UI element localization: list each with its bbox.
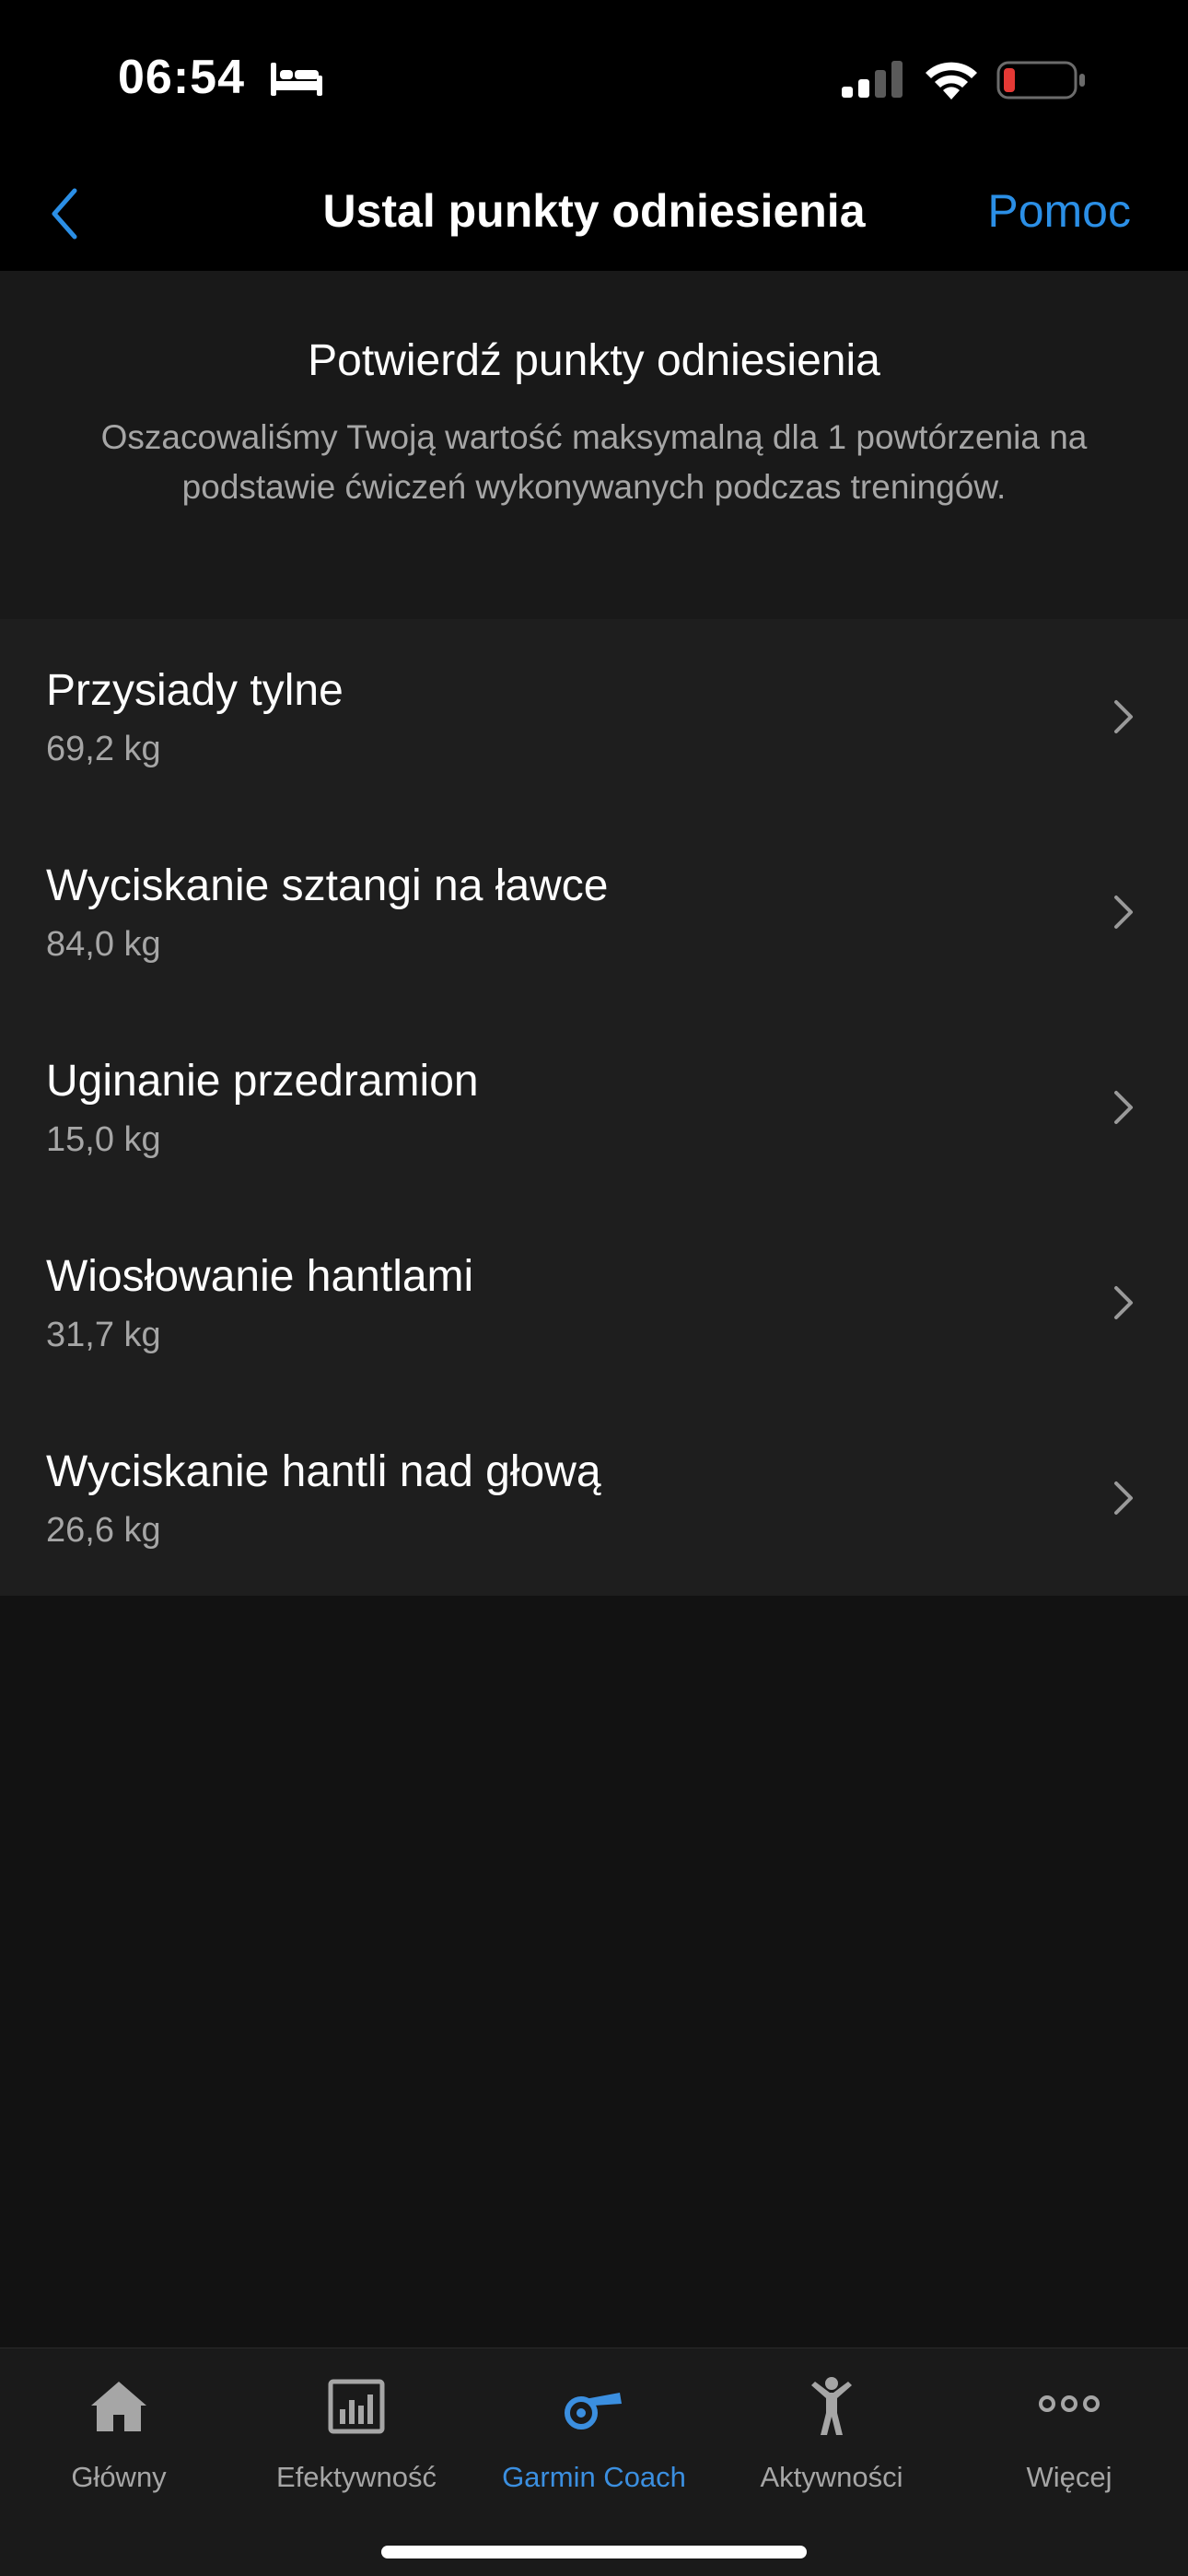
status-time: 06:54 xyxy=(118,51,245,104)
exercise-name: Wiosłowanie hantlami xyxy=(46,1252,474,1301)
home-icon xyxy=(91,2382,146,2431)
screen: 06:54 Ustal punkty odniesienia Pomoc Pot… xyxy=(0,0,1188,2576)
exercise-name: Przysiady tylne xyxy=(46,666,344,715)
list-item-biceps-curl[interactable]: Uginanie przedramion 15,0 kg xyxy=(0,1010,1188,1205)
tab-bar: Główny Efektywność Garmin Coach Aktywnoś… xyxy=(0,2348,1188,2576)
person-icon xyxy=(811,2377,852,2435)
battery-low-icon xyxy=(996,61,1085,100)
tab-label: Garmin Coach xyxy=(502,2461,686,2493)
tab-label: Więcej xyxy=(1026,2461,1112,2493)
chevron-right-icon xyxy=(1114,1286,1133,1319)
list-item-back-squat[interactable]: Przysiady tylne 69,2 kg xyxy=(0,619,1188,814)
tab-label: Główny xyxy=(71,2461,167,2493)
tab-garmin-coach[interactable]: Garmin Coach xyxy=(475,2348,713,2514)
tab-more[interactable]: Więcej xyxy=(950,2348,1188,2514)
exercise-value: 31,7 kg xyxy=(46,1316,161,1354)
chevron-left-icon xyxy=(52,188,77,240)
exercise-value: 15,0 kg xyxy=(46,1120,161,1159)
chevron-right-icon xyxy=(1114,896,1133,929)
tab-home[interactable]: Główny xyxy=(0,2348,238,2514)
chevron-right-icon xyxy=(1114,700,1133,733)
chevron-right-icon xyxy=(1114,1091,1133,1124)
back-button[interactable] xyxy=(37,175,92,252)
exercise-value: 26,6 kg xyxy=(46,1511,161,1550)
tab-performance[interactable]: Efektywność xyxy=(238,2348,475,2514)
chart-icon xyxy=(328,2379,385,2434)
exercise-value: 84,0 kg xyxy=(46,925,161,964)
exercise-value: 69,2 kg xyxy=(46,730,161,768)
intro-section: Potwierdź punkty odniesienia Oszacowaliś… xyxy=(0,271,1188,619)
tab-activities[interactable]: Aktywności xyxy=(713,2348,950,2514)
home-indicator[interactable] xyxy=(381,2546,807,2558)
cellular-signal-icon xyxy=(842,61,903,98)
tab-label: Efektywność xyxy=(275,2461,437,2493)
sleep-mode-icon xyxy=(271,63,322,96)
benchmark-list: Przysiady tylne 69,2 kg Wyciskanie sztan… xyxy=(0,619,1188,1596)
exercise-name: Wyciskanie hantli nad głową xyxy=(46,1447,601,1496)
help-button[interactable]: Pomoc xyxy=(987,184,1131,238)
status-bar: 06:54 xyxy=(0,0,1188,157)
exercise-name: Uginanie przedramion xyxy=(46,1057,479,1106)
list-item-dumbbell-row[interactable]: Wiosłowanie hantlami 31,7 kg xyxy=(0,1205,1188,1400)
navigation-bar: Ustal punkty odniesienia Pomoc xyxy=(0,157,1188,271)
more-icon xyxy=(1039,2395,1100,2412)
chevron-right-icon xyxy=(1114,1481,1133,1515)
list-item-bench-press[interactable]: Wyciskanie sztangi na ławce 84,0 kg xyxy=(0,814,1188,1010)
list-item-overhead-press[interactable]: Wyciskanie hantli nad głową 26,6 kg xyxy=(0,1400,1188,1596)
whistle-icon xyxy=(565,2393,622,2430)
tab-label: Aktywności xyxy=(760,2461,903,2493)
wifi-icon xyxy=(926,62,977,100)
intro-title: Potwierdź punkty odniesienia xyxy=(308,336,880,385)
page-title: Ustal punkty odniesienia xyxy=(322,185,866,237)
intro-description: Oszacowaliśmy Twoją wartość maksymalną d… xyxy=(100,418,1088,506)
exercise-name: Wyciskanie sztangi na ławce xyxy=(46,861,609,910)
